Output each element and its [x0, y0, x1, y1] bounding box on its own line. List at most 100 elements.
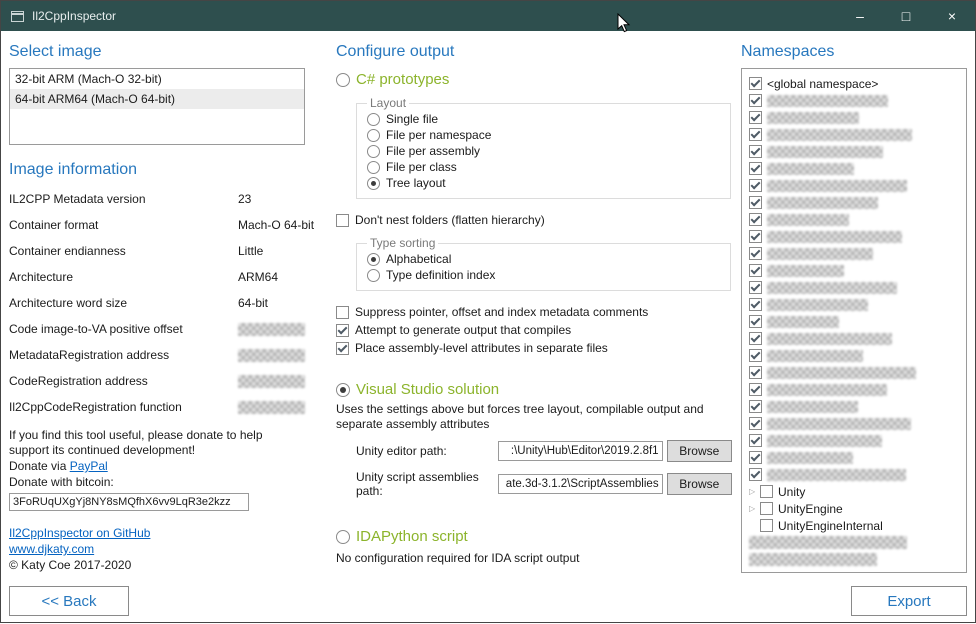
window-title: Il2CppInspector [32, 9, 116, 23]
namespace-label: UnityEngineInternal [778, 519, 883, 533]
checkbox-icon [749, 162, 762, 175]
output-checkboxes: Suppress pointer, offset and index metad… [336, 303, 732, 357]
layout-option-label: Tree layout [386, 176, 446, 190]
visual-studio-description: Uses the settings above but forces tree … [336, 402, 728, 432]
export-button[interactable]: Export [851, 586, 967, 616]
namespace-item[interactable] [749, 228, 964, 245]
redacted-namespace-label [767, 197, 878, 209]
namespace-item[interactable] [749, 398, 964, 415]
image-listbox[interactable]: 32-bit ARM (Mach-O 32-bit)64-bit ARM64 (… [9, 68, 305, 145]
mouse-cursor [617, 13, 631, 33]
back-button[interactable]: << Back [9, 586, 129, 616]
namespace-item[interactable] [749, 211, 964, 228]
output-checkbox[interactable]: Attempt to generate output that compiles [336, 321, 732, 339]
radio-icon [336, 530, 350, 544]
redacted-namespace-label [767, 129, 912, 141]
checkbox-icon [749, 264, 762, 277]
website-link[interactable]: www.djkaty.com [9, 541, 305, 557]
info-value: 64-bit [238, 296, 268, 310]
unity-editor-browse-button[interactable]: Browse [667, 440, 732, 462]
redacted-namespace-label [767, 435, 882, 447]
checkbox-icon [749, 366, 762, 379]
namespace-item[interactable] [749, 160, 964, 177]
output-checkbox[interactable]: Suppress pointer, offset and index metad… [336, 303, 732, 321]
checkbox-icon [749, 468, 762, 481]
namespace-item[interactable] [749, 313, 964, 330]
namespace-item[interactable] [749, 262, 964, 279]
namespace-item[interactable] [749, 466, 964, 483]
layout-option[interactable]: Tree layout [367, 175, 720, 191]
checkbox-icon [760, 485, 773, 498]
info-label: Il2CppCodeRegistration function [9, 400, 238, 414]
image-list-item[interactable]: 32-bit ARM (Mach-O 32-bit) [10, 69, 304, 89]
checkbox-icon [749, 400, 762, 413]
expander-icon[interactable]: ▷ [749, 500, 760, 517]
namespace-item[interactable] [749, 347, 964, 364]
namespace-item[interactable] [749, 364, 964, 381]
radio-icon [367, 129, 380, 142]
namespace-item[interactable] [749, 432, 964, 449]
redacted-namespace-label [767, 384, 887, 396]
namespace-item[interactable] [749, 279, 964, 296]
namespace-item[interactable]: <global namespace> [749, 75, 964, 92]
redacted-namespace-label [767, 95, 888, 107]
bitcoin-address-input[interactable] [9, 493, 249, 511]
checkbox-icon [749, 94, 762, 107]
namespace-item[interactable] [749, 449, 964, 466]
namespace-item[interactable]: ▷UnityEngine [749, 500, 964, 517]
radio-icon [367, 145, 380, 158]
namespace-label: Unity [778, 485, 805, 499]
unity-script-path-input[interactable] [498, 474, 663, 494]
expander-icon[interactable]: ▷ [749, 483, 760, 500]
namespace-item[interactable] [749, 534, 964, 551]
minimize-button[interactable]: – [837, 1, 883, 31]
namespace-item[interactable] [749, 109, 964, 126]
layout-option-label: File per namespace [386, 128, 491, 142]
info-row: ArchitectureARM64 [9, 264, 305, 290]
info-value: Mach-O 64-bit [238, 218, 314, 232]
layout-option[interactable]: File per assembly [367, 143, 720, 159]
namespace-item[interactable] [749, 330, 964, 347]
namespace-item[interactable] [749, 143, 964, 160]
namespace-tree[interactable]: <global namespace> ▷ Unity▷UnityEngine Unit… [741, 68, 967, 573]
unity-script-path-label: Unity script assemblies path: [356, 470, 498, 498]
type-sorting-option[interactable]: Alphabetical [367, 251, 720, 267]
namespace-item[interactable] [749, 415, 964, 432]
layout-option[interactable]: File per namespace [367, 127, 720, 143]
csharp-prototypes-radio[interactable]: C# prototypes [336, 71, 732, 88]
checkbox-icon [749, 196, 762, 209]
flatten-checkbox-label: Don't nest folders (flatten hierarchy) [355, 213, 545, 227]
redacted-namespace-label [767, 214, 849, 226]
namespace-item[interactable] [749, 194, 964, 211]
namespace-item[interactable] [749, 296, 964, 313]
namespace-item[interactable]: UnityEngineInternal [749, 517, 964, 534]
titlebar[interactable]: Il2CppInspector – □ × [1, 1, 975, 31]
layout-option[interactable]: File per class [367, 159, 720, 175]
info-label: Architecture word size [9, 296, 238, 310]
namespace-item[interactable] [749, 177, 964, 194]
output-checkbox[interactable]: Place assembly-level attributes in separ… [336, 339, 732, 357]
idapython-radio[interactable]: IDAPython script [336, 528, 732, 545]
namespace-item[interactable] [749, 92, 964, 109]
checkbox-icon [749, 145, 762, 158]
namespace-item[interactable] [749, 126, 964, 143]
paypal-link[interactable]: PayPal [70, 459, 108, 473]
close-button[interactable]: × [929, 1, 975, 31]
github-link[interactable]: Il2CppInspector on GitHub [9, 525, 305, 541]
namespace-item[interactable] [749, 245, 964, 262]
namespace-item[interactable] [749, 551, 964, 568]
idapython-description: No configuration required for IDA script… [336, 551, 732, 565]
checkbox-icon [336, 214, 349, 227]
unity-editor-path-input[interactable] [498, 441, 663, 461]
visual-studio-radio[interactable]: Visual Studio solution [336, 381, 732, 398]
flatten-checkbox[interactable]: Don't nest folders (flatten hierarchy) [336, 212, 732, 228]
type-sorting-option[interactable]: Type definition index [367, 267, 720, 283]
layout-groupbox: Layout Single fileFile per namespaceFile… [356, 96, 731, 199]
image-list-item[interactable]: 64-bit ARM64 (Mach-O 64-bit) [10, 89, 304, 109]
namespace-item[interactable] [749, 381, 964, 398]
unity-script-browse-button[interactable]: Browse [667, 473, 732, 495]
layout-option[interactable]: Single file [367, 111, 720, 127]
namespace-item[interactable]: ▷ Unity [749, 483, 964, 500]
redacted-namespace-label [767, 401, 858, 413]
maximize-button[interactable]: □ [883, 1, 929, 31]
